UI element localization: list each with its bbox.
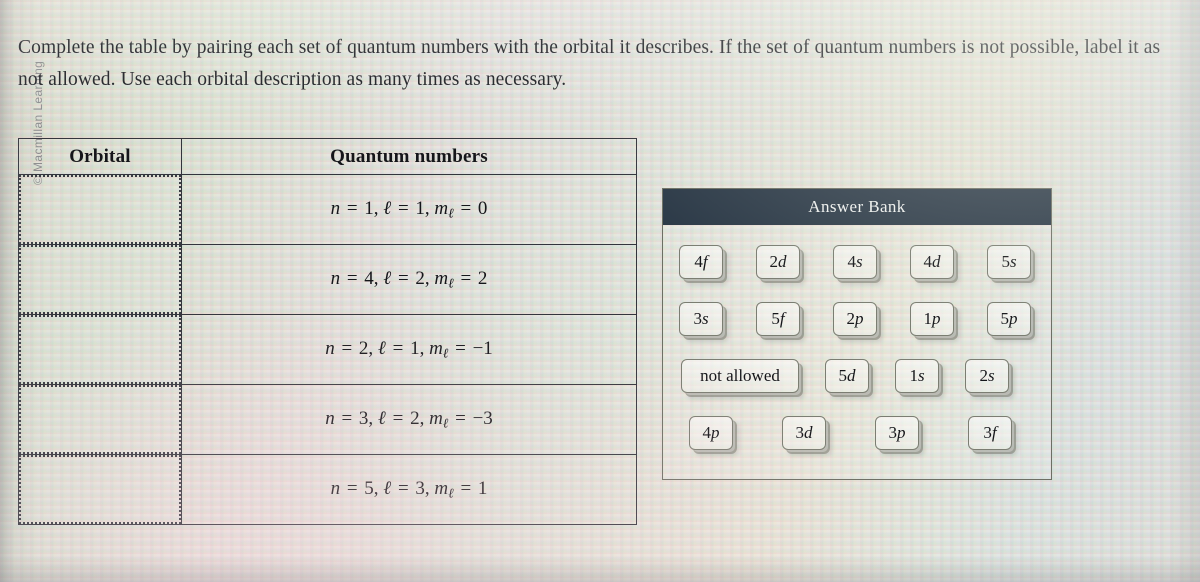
answer-bank-row: not allowed 5d 1s 2s — [675, 347, 1041, 404]
exercise-page: © Macmillan Learning Complete the table … — [0, 0, 1200, 582]
answer-bank-tiles: 4f 2d 4s 4d 5s 3s 5f 2p 1p 5p not allowed 5d 1s 2s 4p 3… — [663, 225, 1051, 479]
answer-tile-not-allowed[interactable]: not allowed — [681, 358, 799, 393]
orbital-cell[interactable] — [18, 244, 182, 315]
orbital-dropzone-3[interactable] — [19, 315, 181, 384]
answer-tile-label: 5f — [771, 308, 785, 328]
orbital-dropzone-2[interactable] — [19, 245, 181, 314]
orbital-dropzone-4[interactable] — [19, 385, 181, 454]
table-row: n = 5, ℓ = 3, mℓ = 1 — [18, 454, 637, 525]
answer-tile-label: 4p — [702, 422, 720, 442]
answer-tile-label: not allowed — [700, 365, 780, 385]
answer-tile-5f[interactable]: 5f — [756, 301, 800, 336]
answer-tile-4s[interactable]: 4s — [833, 244, 877, 279]
answer-tile-3f[interactable]: 3f — [968, 415, 1012, 450]
column-header-quantum-numbers: Quantum numbers — [181, 138, 637, 175]
answer-tile-label: 5p — [1000, 308, 1018, 328]
orbital-cell[interactable] — [18, 454, 182, 525]
answer-tile-label: 2s — [979, 365, 995, 385]
answer-tile-label: 1s — [909, 365, 925, 385]
answer-bank-row: 4p 3d 3p 3f — [675, 404, 1041, 461]
answer-tile-5s[interactable]: 5s — [987, 244, 1031, 279]
answer-tile-label: 5s — [1001, 251, 1017, 271]
quantum-numbers-cell: n = 4, ℓ = 2, mℓ = 2 — [181, 244, 637, 315]
table-body: n = 1, ℓ = 1, mℓ = 0n = 4, ℓ = 2, mℓ = 2… — [18, 174, 637, 525]
answer-tile-label: 3s — [693, 308, 709, 328]
answer-tile-label: 3d — [795, 422, 813, 442]
answer-tile-label: 1p — [923, 308, 941, 328]
answer-tile-5p[interactable]: 5p — [987, 301, 1031, 336]
answer-tile-2d[interactable]: 2d — [756, 244, 800, 279]
answer-tile-label: 3f — [983, 422, 997, 442]
answer-bank-panel: Answer Bank 4f 2d 4s 4d 5s 3s 5f 2p 1p 5p not allo… — [662, 188, 1052, 480]
answer-bank-row: 4f 2d 4s 4d 5s — [675, 233, 1041, 290]
table-header-row: Orbital Quantum numbers — [18, 138, 637, 175]
answer-tile-2p[interactable]: 2p — [833, 301, 877, 336]
answer-tile-2s[interactable]: 2s — [965, 358, 1009, 393]
orbital-cell[interactable] — [18, 314, 182, 385]
answer-tile-1p[interactable]: 1p — [910, 301, 954, 336]
answer-tile-1s[interactable]: 1s — [895, 358, 939, 393]
answer-tile-label: 4s — [847, 251, 863, 271]
exercise-instructions: Complete the table by pairing each set o… — [18, 36, 1161, 90]
quantum-numbers-cell: n = 5, ℓ = 3, mℓ = 1 — [181, 454, 637, 525]
answer-tile-3d[interactable]: 3d — [782, 415, 826, 450]
answer-bank-row: 3s 5f 2p 1p 5p — [675, 290, 1041, 347]
answer-tile-label: 4f — [694, 251, 708, 271]
table-row: n = 2, ℓ = 1, mℓ = −1 — [18, 314, 637, 385]
orbital-dropzone-5[interactable] — [19, 455, 181, 524]
orbital-cell[interactable] — [18, 174, 182, 245]
answer-tile-label: 2p — [846, 308, 864, 328]
orbital-cell[interactable] — [18, 384, 182, 455]
answer-tile-3s[interactable]: 3s — [679, 301, 723, 336]
table-row: n = 4, ℓ = 2, mℓ = 2 — [18, 244, 637, 315]
answer-tile-3p[interactable]: 3p — [875, 415, 919, 450]
quantum-numbers-cell: n = 2, ℓ = 1, mℓ = −1 — [181, 314, 637, 385]
column-header-orbital: Orbital — [18, 138, 182, 175]
orbital-quantum-numbers-table: Orbital Quantum numbers n = 1, ℓ = 1, mℓ… — [18, 138, 637, 525]
answer-tile-5d[interactable]: 5d — [825, 358, 869, 393]
answer-tile-4p[interactable]: 4p — [689, 415, 733, 450]
quantum-numbers-cell: n = 1, ℓ = 1, mℓ = 0 — [181, 174, 637, 245]
answer-tile-4f[interactable]: 4f — [679, 244, 723, 279]
quantum-numbers-cell: n = 3, ℓ = 2, mℓ = −3 — [181, 384, 637, 455]
table-row: n = 1, ℓ = 1, mℓ = 0 — [18, 174, 637, 245]
orbital-dropzone-1[interactable] — [19, 175, 181, 244]
answer-tile-label: 5d — [838, 365, 856, 385]
answer-tile-label: 3p — [888, 422, 906, 442]
answer-tile-4d[interactable]: 4d — [910, 244, 954, 279]
table-row: n = 3, ℓ = 2, mℓ = −3 — [18, 384, 637, 455]
answer-tile-label: 2d — [769, 251, 787, 271]
answer-bank-title: Answer Bank — [663, 189, 1051, 225]
answer-tile-label: 4d — [923, 251, 941, 271]
